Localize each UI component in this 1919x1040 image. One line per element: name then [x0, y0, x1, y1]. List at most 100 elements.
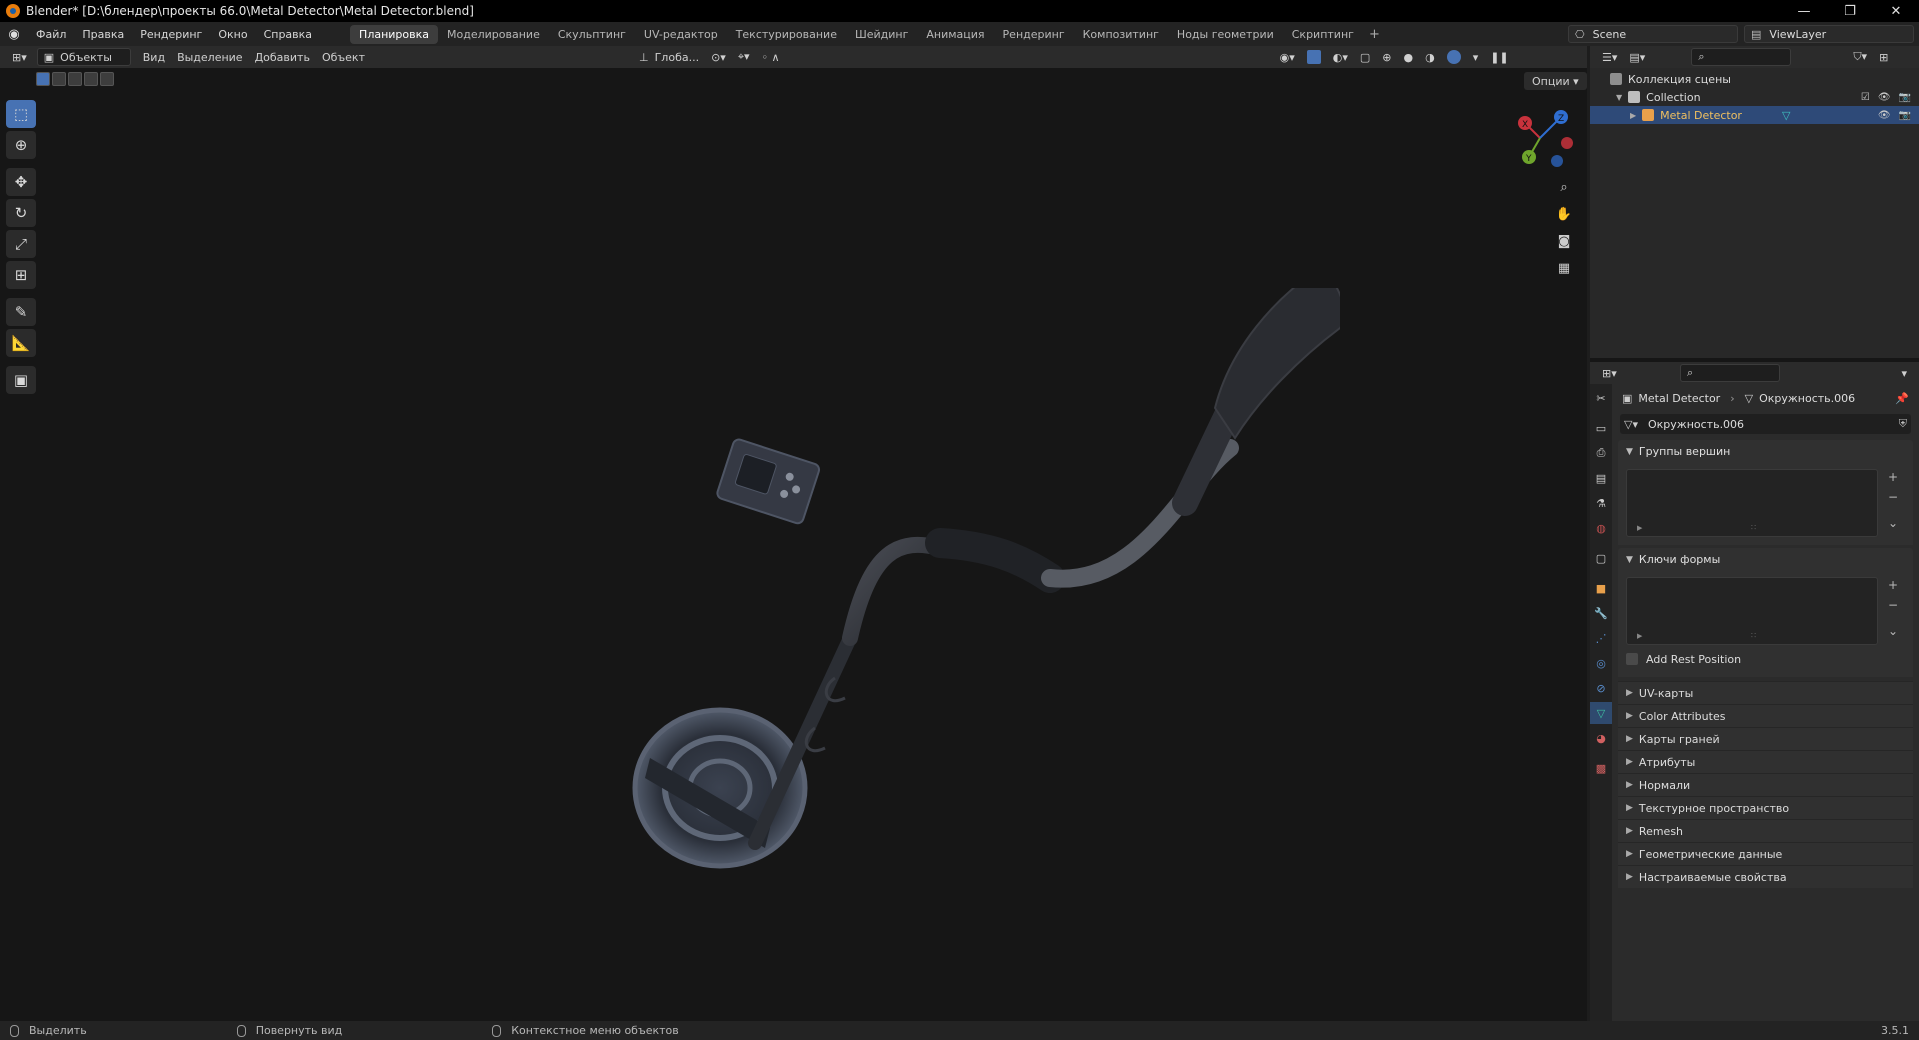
menu-help[interactable]: Справка — [256, 28, 320, 41]
add-shape-key-button[interactable]: + — [1884, 577, 1902, 593]
menu-add[interactable]: Добавить — [249, 48, 316, 66]
rendered-shading-icon[interactable] — [1441, 48, 1467, 66]
outliner-filter-icon[interactable]: ⛉▾ — [1847, 48, 1873, 66]
solid-shading-icon[interactable]: ● — [1397, 48, 1419, 66]
properties-options-icon[interactable]: ▾ — [1895, 364, 1913, 382]
menu-edit[interactable]: Правка — [74, 28, 132, 41]
collection-expand-icon[interactable]: ▼ — [1616, 93, 1622, 102]
normals-panel-header[interactable]: ▶ Нормали — [1618, 773, 1913, 796]
xray-icon[interactable]: ▢ — [1354, 48, 1376, 66]
blender-menu-icon[interactable]: ◉ — [0, 22, 28, 46]
shading-options-icon[interactable]: ▾ — [1467, 48, 1485, 66]
menu-window[interactable]: Окно — [210, 28, 255, 41]
mesh-data-tab-icon[interactable]: ▽ — [1590, 702, 1612, 724]
attributes-panel-header[interactable]: ▶ Атрибуты — [1618, 750, 1913, 773]
tab-scripting[interactable]: Скриптинг — [1283, 25, 1363, 44]
wireframe-shading-icon[interactable]: ⊕ — [1376, 48, 1397, 66]
menu-view[interactable]: Вид — [137, 48, 171, 66]
tab-animation[interactable]: Анимация — [917, 25, 993, 44]
annotate-tool-icon[interactable]: ✎ — [6, 298, 36, 326]
cursor-tool-icon[interactable]: ⊕ — [6, 131, 36, 159]
outliner-display-mode-icon[interactable]: ▤▾ — [1623, 48, 1651, 66]
face-maps-panel-header[interactable]: ▶ Карты граней — [1618, 727, 1913, 750]
render-tab-icon[interactable]: ▭ — [1590, 417, 1612, 439]
new-collection-icon[interactable]: ⊞ — [1873, 48, 1894, 66]
collection-exclude-checkbox[interactable]: ☑ — [1861, 92, 1870, 103]
texture-tab-icon[interactable]: ▩ — [1590, 757, 1612, 779]
navigation-gizmo[interactable]: X Z Y — [1505, 103, 1575, 173]
transform-orientation-dropdown[interactable]: ⊥ Глоба... — [633, 48, 705, 66]
pause-render-icon[interactable]: ❚❚ — [1484, 48, 1514, 66]
mesh-browse-icon[interactable]: ▽▾ — [1624, 418, 1638, 431]
particles-tab-icon[interactable]: ⋰ — [1590, 627, 1612, 649]
object-expand-icon[interactable]: ▶ — [1630, 111, 1636, 120]
constraints-tab-icon[interactable]: ⊘ — [1590, 677, 1612, 699]
scale-tool-icon[interactable]: ⤢ — [6, 230, 36, 258]
editor-type-button[interactable]: ⊞▾ — [6, 48, 33, 66]
color-attributes-panel-header[interactable]: ▶ Color Attributes — [1618, 704, 1913, 727]
vertex-group-menu-button[interactable]: ⌄ — [1884, 515, 1902, 531]
rotate-tool-icon[interactable]: ↻ — [6, 199, 36, 227]
add-rest-position-row[interactable]: Add Rest Position — [1626, 649, 1905, 669]
shape-keys-list[interactable]: ▶ ∷ — [1626, 577, 1878, 645]
select-new-icon[interactable] — [36, 72, 50, 86]
proportional-edit-icon[interactable]: ◦ ∧ — [756, 48, 786, 66]
add-rest-position-checkbox[interactable] — [1626, 653, 1638, 665]
visibility-icon[interactable]: ◉▾ — [1274, 48, 1301, 66]
list-resize-grip-icon[interactable]: ∷ — [1751, 631, 1756, 640]
perspective-grid-icon[interactable]: ▦ — [1552, 256, 1576, 280]
remove-shape-key-button[interactable]: − — [1884, 597, 1902, 613]
outliner-scene-collection[interactable]: Коллекция сцены — [1590, 70, 1919, 88]
list-filter-toggle-icon[interactable]: ▶ — [1637, 632, 1642, 640]
select-difference-icon[interactable] — [84, 72, 98, 86]
physics-tab-icon[interactable]: ◎ — [1590, 652, 1612, 674]
add-workspace-button[interactable]: + — [1363, 27, 1386, 42]
world-tab-icon[interactable]: ◍ — [1590, 517, 1612, 539]
output-tab-icon[interactable]: ⎙ — [1590, 442, 1612, 464]
list-filter-toggle-icon[interactable]: ▶ — [1637, 524, 1642, 532]
tab-layout[interactable]: Планировка — [350, 24, 439, 44]
properties-editor-type-icon[interactable]: ⊞▾ — [1596, 364, 1623, 382]
menu-select[interactable]: Выделение — [171, 48, 249, 66]
add-cube-tool-icon[interactable]: ▣ — [6, 366, 36, 394]
tab-sculpting[interactable]: Скульптинг — [549, 25, 635, 44]
pivot-point-icon[interactable]: ⊙▾ — [705, 48, 732, 66]
tab-modeling[interactable]: Моделирование — [438, 25, 549, 44]
scene-selector[interactable]: ⎔ Scene — [1568, 25, 1738, 43]
geometry-data-panel-header[interactable]: ▶ Геометрические данные — [1618, 842, 1913, 865]
camera-view-icon[interactable]: ◙ — [1552, 229, 1576, 253]
select-subtract-icon[interactable] — [68, 72, 82, 86]
properties-search-input[interactable]: ⌕ — [1680, 364, 1780, 382]
collection-visibility-icon[interactable]: 👁 — [1878, 92, 1891, 103]
outliner-collection-row[interactable]: ▼ Collection ☑ 👁 📷 — [1590, 88, 1919, 106]
fake-user-icon[interactable]: ⛨ — [1899, 417, 1907, 431]
move-tool-icon[interactable]: ✥ — [6, 168, 36, 196]
overlays-icon[interactable]: ◐▾ — [1327, 48, 1354, 66]
tab-compositing[interactable]: Композитинг — [1074, 25, 1168, 44]
zoom-icon[interactable]: ⌕ — [1552, 175, 1576, 199]
vertex-groups-list[interactable]: ▶ ∷ — [1626, 469, 1878, 537]
outliner-editor-type-icon[interactable]: ☰▾ — [1596, 48, 1623, 66]
material-shading-icon[interactable]: ◑ — [1419, 48, 1441, 66]
outliner-object-row[interactable]: ▶ Metal Detector ▽ 👁 📷 — [1590, 106, 1919, 124]
modifiers-tab-icon[interactable]: 🔧 — [1590, 602, 1612, 624]
pan-hand-icon[interactable]: ✋ — [1552, 202, 1576, 226]
tool-tab-icon[interactable]: ✂ — [1590, 387, 1612, 409]
select-intersect-icon[interactable] — [100, 72, 114, 86]
select-box-tool-icon[interactable]: ⬚ — [6, 100, 36, 128]
outliner-search-input[interactable]: ⌕ — [1691, 48, 1792, 66]
menu-file[interactable]: Файл — [28, 28, 74, 41]
metal-detector-model[interactable] — [620, 288, 1340, 888]
select-extend-icon[interactable] — [52, 72, 66, 86]
3d-viewport[interactable]: X Z Y ⌕ ✋ ◙ ▦ — [0, 68, 1587, 1021]
vertex-groups-panel-header[interactable]: ▼ Группы вершин — [1618, 440, 1913, 463]
collection-render-icon[interactable]: 📷 — [1899, 92, 1911, 103]
gizmo-neg-z[interactable] — [1551, 155, 1563, 167]
shape-keys-panel-header[interactable]: ▼ Ключи формы — [1618, 548, 1913, 571]
material-tab-icon[interactable]: ◕ — [1590, 727, 1612, 749]
view-layer-tab-icon[interactable]: ▤ — [1590, 467, 1612, 489]
tab-uv-editing[interactable]: UV-редактор — [635, 25, 727, 44]
mode-selector[interactable]: ▣ Объекты — [36, 48, 131, 66]
menu-object[interactable]: Объект — [316, 48, 371, 66]
view-layer-selector[interactable]: ▤ ViewLayer — [1744, 25, 1914, 43]
